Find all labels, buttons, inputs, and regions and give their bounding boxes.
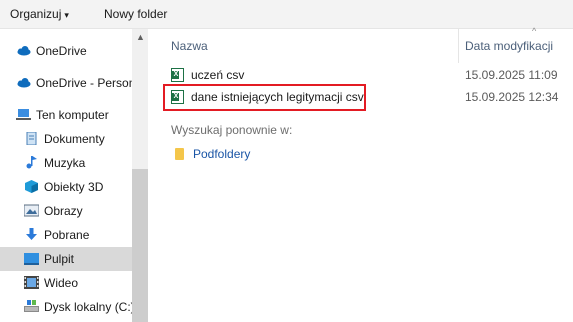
column-header-name[interactable]: Nazwa [171, 39, 208, 53]
nav-item-music[interactable]: Muzyka [0, 151, 132, 175]
search-again-label: Wyszukaj ponownie w: [171, 123, 293, 137]
scroll-up-arrow-icon[interactable]: ▲ [136, 32, 145, 42]
folder-icon [175, 148, 184, 160]
nav-item-pictures[interactable]: Obrazy [0, 199, 132, 223]
file-list: ^ Nazwa Data modyfikacji X uczeń csv 15.… [149, 26, 573, 322]
nav-item-onedrive[interactable]: OneDrive [0, 39, 132, 63]
video-icon [24, 276, 39, 289]
3d-objects-icon [25, 180, 38, 193]
column-header-date[interactable]: Data modyfikacji [465, 39, 553, 53]
nav-item-local-disk[interactable]: Dysk lokalny (C:) [0, 295, 135, 319]
nav-item-documents[interactable]: Dokumenty [0, 127, 132, 151]
pictures-icon [24, 204, 39, 217]
nav-item-3d-objects[interactable]: Obiekty 3D [0, 175, 132, 199]
sort-caret-icon: ^ [532, 26, 537, 36]
file-date: 15.09.2025 12:34 [465, 90, 559, 104]
nav-item-onedrive-personal[interactable]: OneDrive - Person [0, 71, 132, 95]
file-date: 15.09.2025 11:09 [465, 68, 558, 82]
file-row[interactable]: X uczeń csv 15.09.2025 11:09 [165, 64, 565, 86]
navigation-pane: OneDrive OneDrive - Person Ten komputer … [0, 29, 148, 322]
toolbar: Organizuj ▾ Nowy folder [0, 0, 573, 29]
downloads-icon [26, 228, 37, 240]
computer-icon [16, 109, 31, 120]
highlight-box [163, 84, 366, 111]
organize-button[interactable]: Organizuj ▾ [10, 7, 69, 21]
cloud-icon [17, 46, 31, 56]
column-divider[interactable] [458, 29, 459, 63]
music-icon [26, 156, 37, 169]
desktop-icon [24, 253, 39, 265]
file-name: uczeń csv [191, 68, 245, 82]
nav-item-this-pc[interactable]: Ten komputer [0, 103, 132, 127]
cloud-icon [17, 78, 31, 88]
nav-item-video[interactable]: Wideo [0, 271, 132, 295]
nav-scroll-thumb[interactable] [132, 169, 148, 322]
drive-icon [24, 300, 39, 312]
new-folder-button[interactable]: Nowy folder [104, 7, 167, 21]
nav-scrollbar[interactable]: ▲ [132, 29, 148, 322]
nav-item-downloads[interactable]: Pobrane [0, 223, 132, 247]
nav-item-desktop[interactable]: Pulpit [0, 247, 132, 271]
chevron-down-icon: ▾ [64, 10, 69, 20]
documents-icon [26, 132, 37, 145]
excel-csv-icon: X [171, 68, 184, 82]
subfolders-link[interactable]: Podfoldery [175, 145, 375, 165]
